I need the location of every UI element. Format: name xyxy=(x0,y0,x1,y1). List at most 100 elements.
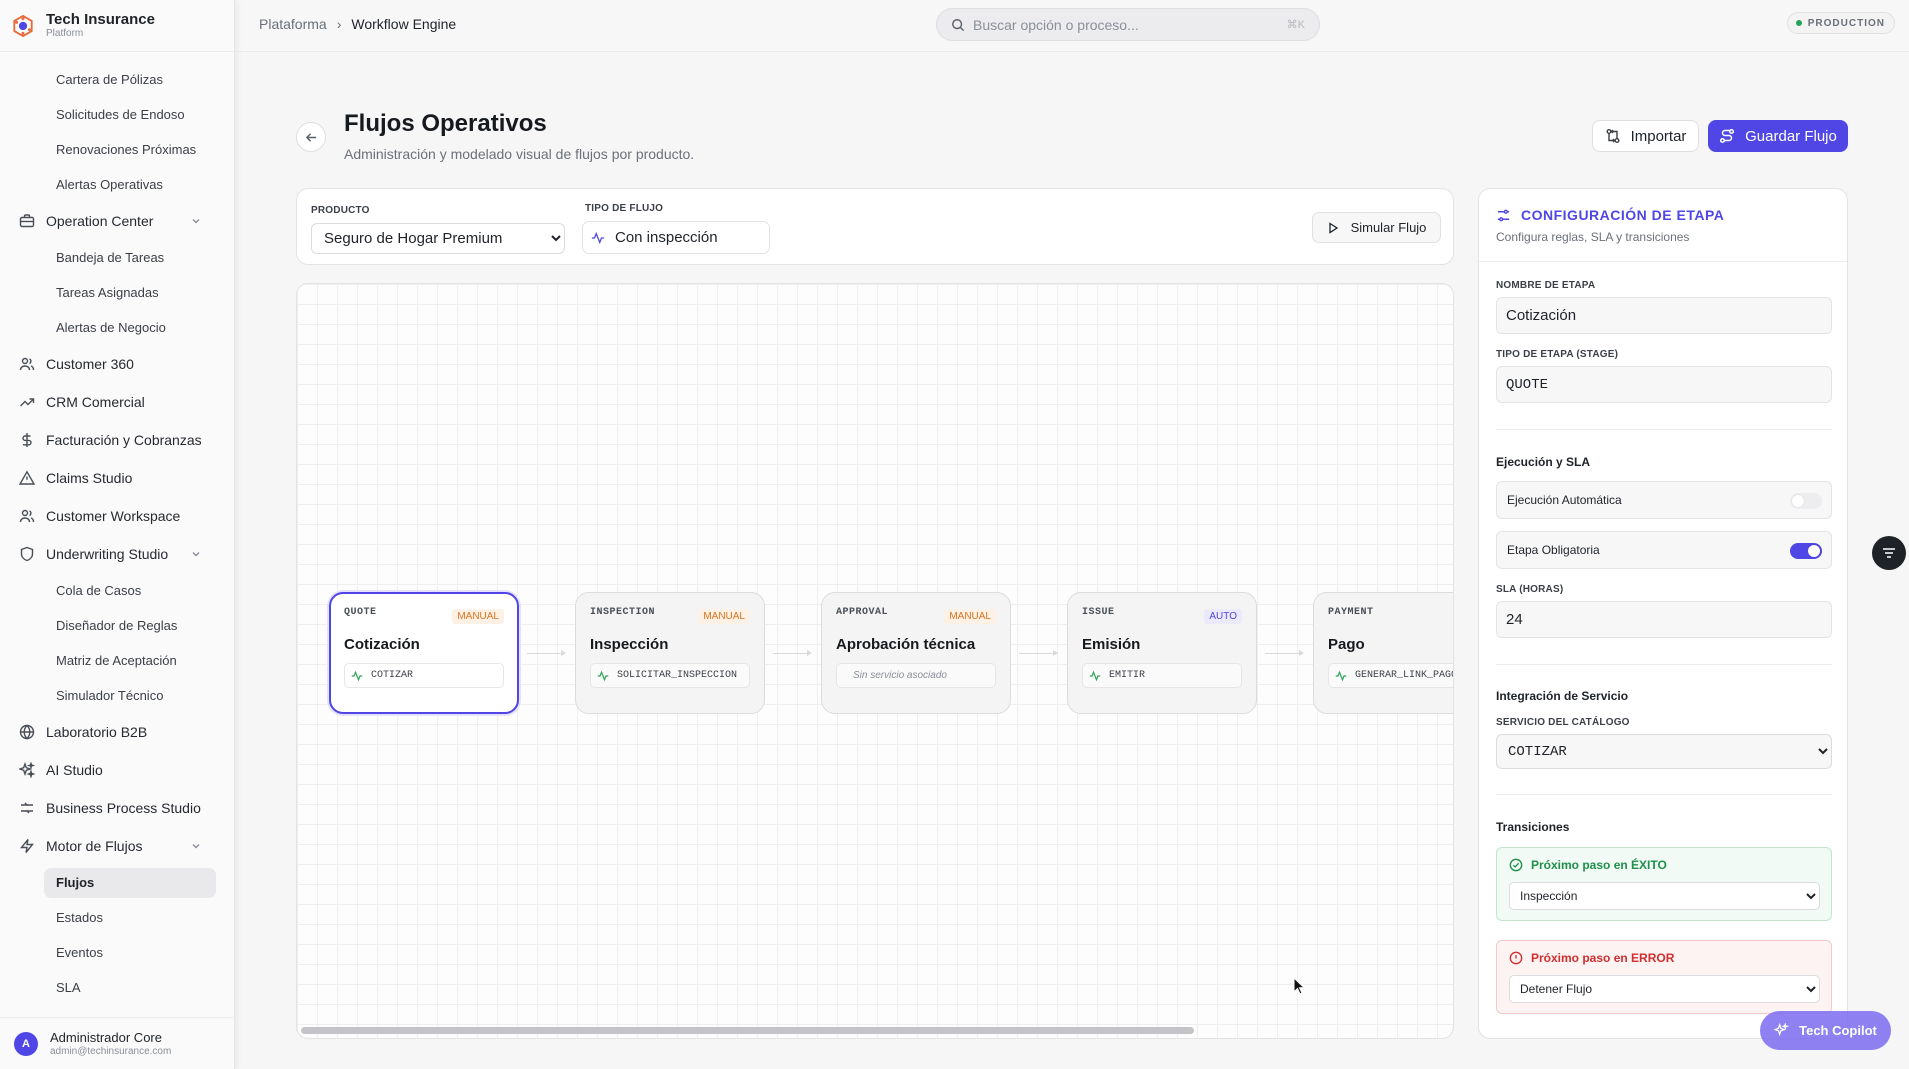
sidebar-item-label: Motor de Flujos xyxy=(46,838,143,854)
mandatory-stage-row[interactable]: Etapa Obligatoria xyxy=(1496,531,1832,569)
users-icon xyxy=(18,356,35,373)
flow-connector xyxy=(1265,650,1304,656)
sidebar-item-workspace[interactable]: Customer Workspace xyxy=(0,497,234,535)
flow-node-payment[interactable]: PAYMENT Pago GENERAR_LINK_PAGO xyxy=(1313,592,1453,714)
save-flow-label: Guardar Flujo xyxy=(1745,127,1837,145)
chevron-down-icon[interactable] xyxy=(190,840,202,852)
side-panel-toggle-button[interactable] xyxy=(1872,536,1906,570)
sidebar-item-flujos[interactable]: Flujos xyxy=(0,865,234,900)
import-button[interactable]: Importar xyxy=(1592,120,1699,152)
flow-canvas[interactable]: QUOTE MANUAL Cotización COTIZAR INSPECTI… xyxy=(296,283,1454,1039)
sidebar-item-customer-360[interactable]: Customer 360 xyxy=(0,345,234,383)
canvas-horizontal-scrollbar[interactable] xyxy=(301,1027,1194,1034)
tech-copilot-button[interactable]: Tech Copilot xyxy=(1760,1011,1891,1050)
transitions-section-title: Transiciones xyxy=(1496,820,1570,834)
node-name: Aprobación técnica xyxy=(836,636,976,653)
sidebar-item-bps[interactable]: Business Process Studio xyxy=(0,789,234,827)
sidebar-item-alertas-negocio[interactable]: Alertas de Negocio xyxy=(0,310,234,345)
sidebar-item-motor-flujos[interactable]: Motor de Flujos xyxy=(0,827,234,865)
node-service: GENERAR_LINK_PAGO xyxy=(1328,663,1453,688)
sidebar-item-simulador[interactable]: Simulador Técnico xyxy=(0,678,234,713)
stage-name-label: NOMBRE DE ETAPA xyxy=(1496,280,1596,291)
sidebar-item-bandeja[interactable]: Bandeja de Tareas xyxy=(0,240,234,275)
error-next-step-select[interactable]: Detener Flujo xyxy=(1509,975,1820,1003)
sla-hours-input[interactable] xyxy=(1496,601,1832,638)
product-select[interactable]: Seguro de Hogar Premium xyxy=(311,223,565,254)
stage-name-input[interactable] xyxy=(1496,297,1832,334)
topbar: Plataforma › Workflow Engine ⌘K PRODUCTI… xyxy=(236,0,1909,52)
sparkles-icon xyxy=(18,762,35,779)
flow-node-issue[interactable]: ISSUE AUTO Emisión EMITIR xyxy=(1067,592,1257,714)
sidebar-item-b2b[interactable]: Laboratorio B2B xyxy=(0,713,234,751)
error-transition-card: Próximo paso en ERROR Detener Flujo xyxy=(1496,940,1832,1014)
divider xyxy=(1496,429,1832,430)
page-subtitle: Administración y modelado visual de fluj… xyxy=(344,146,695,162)
sidebar-item-cola-casos[interactable]: Cola de Casos xyxy=(0,573,234,608)
sidebar-item-endosos[interactable]: Solicitudes de Endoso xyxy=(0,97,234,132)
workflow-icon xyxy=(18,800,35,817)
sidebar-item-label: Customer 360 xyxy=(46,356,134,372)
auto-execution-row[interactable]: Ejecución Automática xyxy=(1496,481,1832,519)
success-transition-card: Próximo paso en ÉXITO Inspección xyxy=(1496,847,1832,921)
sidebar-item-crm[interactable]: CRM Comercial xyxy=(0,383,234,421)
sidebar-item-disenador-reglas[interactable]: Diseñador de Reglas xyxy=(0,608,234,643)
search-input[interactable] xyxy=(973,16,1273,33)
sidebar-item-cartera[interactable]: Cartera de Pólizas xyxy=(0,62,234,97)
search-shortcut: ⌘K xyxy=(1286,19,1305,31)
panel-title: CONFIGURACIÓN DE ETAPA xyxy=(1496,207,1831,223)
stage-type-label: TIPO DE ETAPA (STAGE) xyxy=(1496,349,1619,360)
user-profile[interactable]: A Administrador Core admin@techinsurance… xyxy=(0,1017,235,1069)
arrow-left-icon xyxy=(305,132,316,142)
mandatory-stage-toggle[interactable] xyxy=(1790,543,1822,559)
sidebar-item-operation-center[interactable]: Operation Center xyxy=(0,202,234,240)
breadcrumb-root[interactable]: Plataforma xyxy=(259,16,327,32)
flow-node-approval[interactable]: APPROVAL MANUAL Aprobación técnica Sin s… xyxy=(821,592,1011,714)
sidebar-item-billing[interactable]: Facturación y Cobranzas xyxy=(0,421,234,459)
sidebar-item-eventos[interactable]: Eventos xyxy=(0,935,234,970)
catalog-service-select[interactable]: COTIZAR xyxy=(1496,734,1832,769)
chevron-down-icon[interactable] xyxy=(190,215,202,227)
simulate-flow-button[interactable]: Simular Flujo xyxy=(1312,212,1441,243)
brand-logo-icon xyxy=(13,14,33,37)
dollar-icon xyxy=(18,432,35,449)
sidebar-item-tareas-asignadas[interactable]: Tareas Asignadas xyxy=(0,275,234,310)
warning-triangle-icon xyxy=(18,470,35,487)
node-name: Cotización xyxy=(344,636,420,653)
user-name: Administrador Core xyxy=(50,1029,162,1045)
sidebar-item-underwriting[interactable]: Underwriting Studio xyxy=(0,535,234,573)
save-flow-button[interactable]: Guardar Flujo xyxy=(1708,120,1848,152)
back-button[interactable] xyxy=(296,122,326,152)
flow-node-quote[interactable]: QUOTE MANUAL Cotización COTIZAR xyxy=(329,592,519,714)
briefcase-icon xyxy=(18,213,35,230)
integration-section-title: Integración de Servicio xyxy=(1496,689,1629,703)
sla-label: SLA (HORAS) xyxy=(1496,584,1564,595)
sidebar-item-claims[interactable]: Claims Studio xyxy=(0,459,234,497)
stage-type-input[interactable] xyxy=(1496,366,1832,403)
activity-icon xyxy=(351,670,363,681)
sidebar-item-alertas-operativas[interactable]: Alertas Operativas xyxy=(0,167,234,202)
auto-execution-toggle[interactable] xyxy=(1790,493,1822,509)
toggle-knob xyxy=(1808,545,1820,557)
sidebar-item-sla[interactable]: SLA xyxy=(0,970,234,1005)
sidebar-item-estados[interactable]: Estados xyxy=(0,900,234,935)
error-transition-title: Próximo paso en ERROR xyxy=(1509,951,1819,965)
flow-node-inspection[interactable]: INSPECTION MANUAL Inspección SOLICITAR_I… xyxy=(575,592,765,714)
sidebar-item-matriz[interactable]: Matriz de Aceptación xyxy=(0,643,234,678)
search-box[interactable]: ⌘K xyxy=(936,8,1320,41)
activity-icon xyxy=(1089,670,1101,681)
sidebar-item-renovaciones[interactable]: Renovaciones Próximas xyxy=(0,132,234,167)
panel-header: CONFIGURACIÓN DE ETAPA Configura reglas,… xyxy=(1479,189,1847,262)
trending-up-icon xyxy=(18,394,35,411)
route-icon xyxy=(1720,128,1735,144)
chevron-down-icon[interactable] xyxy=(190,548,202,560)
brand[interactable]: Tech Insurance Platform xyxy=(0,0,234,52)
flow-connector xyxy=(1019,650,1058,656)
flow-type-field[interactable]: Con inspección xyxy=(582,221,770,254)
tech-copilot-label: Tech Copilot xyxy=(1799,1023,1877,1038)
sidebar: Tech Insurance Platform Cartera de Póliz… xyxy=(0,0,235,1069)
success-next-step-select[interactable]: Inspección xyxy=(1509,882,1820,910)
panel-title-text: CONFIGURACIÓN DE ETAPA xyxy=(1521,207,1725,223)
product-label: PRODUCTO xyxy=(311,205,370,216)
sidebar-item-label: CRM Comercial xyxy=(46,394,145,410)
sidebar-item-ai-studio[interactable]: AI Studio xyxy=(0,751,234,789)
